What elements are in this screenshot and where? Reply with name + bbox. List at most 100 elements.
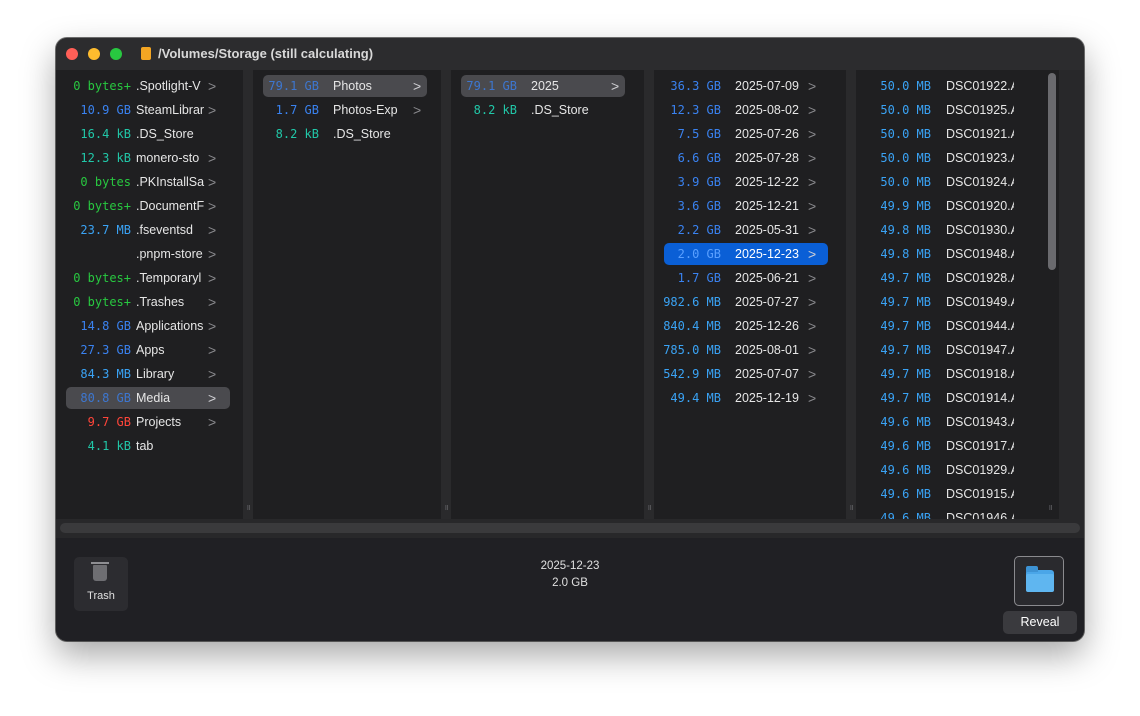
- item-size: 0 bytes: [80, 175, 131, 189]
- zoom-button[interactable]: [110, 48, 122, 60]
- item-name: Projects: [136, 415, 182, 429]
- list-item[interactable]: 50.0 MB DSC01925.A: [866, 99, 1036, 121]
- list-item[interactable]: 84.3 MB Library >: [66, 363, 230, 385]
- list-item[interactable]: 0 bytes .PKInstallSa >: [66, 171, 230, 193]
- list-item[interactable]: 1.7 GB Photos-Exp >: [263, 99, 427, 121]
- list-item[interactable]: 49.7 MB DSC01947.A: [866, 339, 1036, 361]
- item-size: 79.1 GB: [268, 79, 319, 93]
- list-item[interactable]: 3.6 GB 2025-12-21 >: [664, 195, 828, 217]
- item-size: 49.7 MB: [880, 343, 931, 357]
- list-item[interactable]: 6.6 GB 2025-07-28 >: [664, 147, 828, 169]
- item-size: 49.4 MB: [670, 391, 721, 405]
- item-name: 2025-12-22: [735, 175, 799, 189]
- list-item[interactable]: 49.9 MB DSC01920.A: [866, 195, 1036, 217]
- list-item[interactable]: 49.6 MB DSC01917.A: [866, 435, 1036, 457]
- column-5[interactable]: 50.0 MB DSC01922.A 50.0 MB DSC01925.A 50.0 M…: [856, 70, 1045, 519]
- item-size: 36.3 GB: [670, 79, 721, 93]
- item-name: DSC01924.A: [946, 175, 1014, 189]
- list-item[interactable]: 12.3 GB 2025-08-02 >: [664, 99, 828, 121]
- item-name: 2025-12-26: [735, 319, 799, 333]
- column-splitter-4[interactable]: ॥: [846, 70, 856, 519]
- item-size: 84.3 MB: [80, 367, 131, 381]
- list-item[interactable]: 23.7 MB .fseventsd >: [66, 219, 230, 241]
- list-item[interactable]: 49.6 MB DSC01915.A: [866, 483, 1036, 505]
- column-splitter-3[interactable]: ॥: [644, 70, 654, 519]
- list-item[interactable]: 14.8 GB Applications >: [66, 315, 230, 337]
- item-name: DSC01920.A: [946, 199, 1014, 213]
- list-item[interactable]: 8.2 kB .DS_Store: [461, 99, 625, 121]
- item-size: 50.0 MB: [880, 103, 931, 117]
- list-item[interactable]: 0 bytes+ .DocumentF >: [66, 195, 230, 217]
- column-splitter-2[interactable]: ॥: [441, 70, 451, 519]
- list-item[interactable]: 7.5 GB 2025-07-26 >: [664, 123, 828, 145]
- list-item[interactable]: 49.7 MB DSC01944.A: [866, 315, 1036, 337]
- trash-label: Trash: [87, 590, 115, 602]
- list-item[interactable]: 2.2 GB 2025-05-31 >: [664, 219, 828, 241]
- list-item[interactable]: 50.0 MB DSC01921.A: [866, 123, 1036, 145]
- item-size: 49.7 MB: [880, 295, 931, 309]
- list-item[interactable]: 4.1 kB tab: [66, 435, 230, 457]
- item-name: .PKInstallSa: [136, 175, 205, 189]
- list-item[interactable]: 49.4 MB 2025-12-19 >: [664, 387, 828, 409]
- list-item[interactable]: 785.0 MB 2025-08-01 >: [663, 339, 828, 361]
- list-item[interactable]: 2.0 GB 2025-12-23 >: [664, 243, 828, 265]
- list-item[interactable]: 27.3 GB Apps >: [66, 339, 230, 361]
- list-item[interactable]: 49.8 MB DSC01930.A: [866, 219, 1036, 241]
- vertical-scroll-thumb[interactable]: [1048, 73, 1056, 270]
- list-item[interactable]: 0 bytes+ .Trashes >: [66, 291, 230, 313]
- item-size: 49.6 MB: [880, 415, 931, 429]
- item-size: 8.2 kB: [275, 127, 319, 141]
- list-item[interactable]: 36.3 GB 2025-07-09 >: [664, 75, 828, 97]
- list-item[interactable]: 49.7 MB DSC01928.A: [866, 267, 1036, 289]
- item-size: 2.2 GB: [677, 223, 721, 237]
- list-item[interactable]: 49.7 MB DSC01949.A: [866, 291, 1036, 313]
- list-item[interactable]: 49.6 MB DSC01946.A: [866, 507, 1036, 519]
- column-4[interactable]: 36.3 GB 2025-07-09 >12.3 GB 2025-08-02 >7.5 …: [654, 70, 846, 519]
- list-item[interactable]: 12.3 kB monero-sto >: [66, 147, 230, 169]
- list-item[interactable]: 9.7 GB Projects >: [66, 411, 230, 433]
- list-item[interactable]: 80.8 GB Media >: [66, 387, 230, 409]
- column-splitter-1[interactable]: ॥: [243, 70, 253, 519]
- chevron-right-icon: >: [208, 414, 217, 430]
- list-item[interactable]: 10.9 GB SteamLibrar >: [66, 99, 230, 121]
- chevron-right-icon: >: [808, 390, 817, 406]
- minimize-button[interactable]: [88, 48, 100, 60]
- list-item[interactable]: 0 bytes+ .Temporaryl >: [66, 267, 230, 289]
- list-item[interactable]: 49.7 MB DSC01914.A: [866, 387, 1036, 409]
- list-item[interactable]: 79.1 GB Photos >: [263, 75, 427, 97]
- column-3[interactable]: 79.1 GB 2025 >8.2 kB .DS_Store: [451, 70, 644, 519]
- list-item[interactable]: 49.8 MB DSC01948.A: [866, 243, 1036, 265]
- list-item[interactable]: .pnpm-store >: [66, 243, 230, 265]
- item-size: 49.7 MB: [880, 391, 931, 405]
- reveal-folder-button[interactable]: [1014, 556, 1064, 606]
- item-size: 6.6 GB: [677, 151, 721, 165]
- list-item[interactable]: 50.0 MB DSC01923.A: [866, 147, 1036, 169]
- list-item[interactable]: 840.4 MB 2025-12-26 >: [663, 315, 828, 337]
- list-item[interactable]: 1.7 GB 2025-06-21 >: [664, 267, 828, 289]
- list-item[interactable]: 542.9 MB 2025-07-07 >: [663, 363, 828, 385]
- item-name: DSC01930.A: [946, 223, 1014, 237]
- reveal-button[interactable]: Reveal: [1003, 611, 1077, 634]
- list-item[interactable]: 8.2 kB .DS_Store: [263, 123, 427, 145]
- item-size: 8.2 kB: [473, 103, 517, 117]
- close-button[interactable]: [66, 48, 78, 60]
- item-name: Apps: [136, 343, 165, 357]
- chevron-right-icon: >: [808, 126, 817, 142]
- item-size: 50.0 MB: [880, 175, 931, 189]
- list-item[interactable]: 16.4 kB .DS_Store: [66, 123, 230, 145]
- item-size: 50.0 MB: [880, 79, 931, 93]
- horizontal-scrollbar[interactable]: [60, 523, 1080, 533]
- list-item[interactable]: 982.6 MB 2025-07-27 >: [663, 291, 828, 313]
- list-item[interactable]: 50.0 MB DSC01922.A: [866, 75, 1036, 97]
- list-item[interactable]: 0 bytes+ .Spotlight-V >: [66, 75, 230, 97]
- column-2[interactable]: 79.1 GB Photos >1.7 GB Photos-Exp >8.2 kB .DS…: [253, 70, 441, 519]
- list-item[interactable]: 50.0 MB DSC01924.A: [866, 171, 1036, 193]
- item-name: DSC01943.A: [946, 415, 1014, 429]
- item-size: 9.7 GB: [87, 415, 131, 429]
- list-item[interactable]: 49.7 MB DSC01918.A: [866, 363, 1036, 385]
- list-item[interactable]: 3.9 GB 2025-12-22 >: [664, 171, 828, 193]
- list-item[interactable]: 49.6 MB DSC01943.A: [866, 411, 1036, 433]
- list-item[interactable]: 49.6 MB DSC01929.A: [866, 459, 1036, 481]
- list-item[interactable]: 79.1 GB 2025 >: [461, 75, 625, 97]
- column-1[interactable]: 0 bytes+ .Spotlight-V >10.9 GB SteamLibrar >…: [56, 70, 243, 519]
